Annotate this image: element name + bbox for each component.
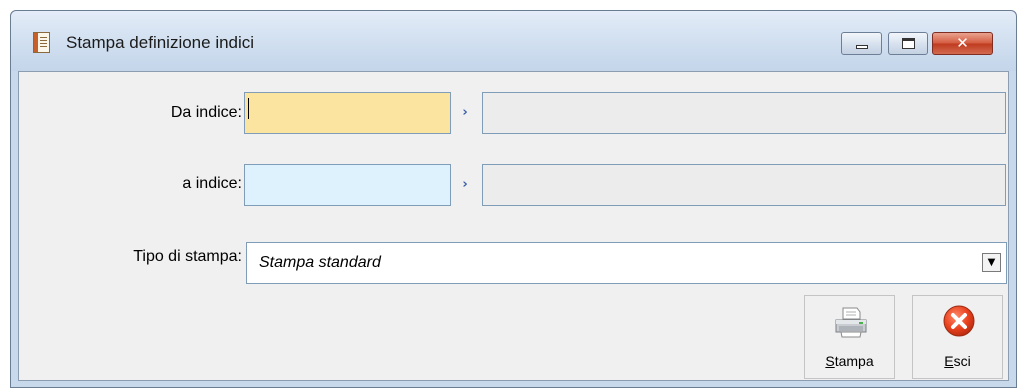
da-indice-label: Da indice: [170,104,242,121]
document-list-icon [33,32,50,53]
stampa-button[interactable]: Stampa [804,295,895,379]
tipo-stampa-select[interactable]: Stampa standard ▼ [246,242,1007,284]
esci-label: Esci [913,353,1002,369]
printer-icon [835,307,867,338]
title-bar[interactable]: Stampa definizione indici ✕ [11,11,1016,71]
da-indice-zoom-icon[interactable]: › [451,93,479,133]
esci-accelerator: E [944,353,954,369]
esci-button[interactable]: Esci [912,295,1003,379]
form-panel: Da indice: › a indice: › Tipo di stampa:… [18,71,1009,381]
tipo-stampa-label: Tipo di stampa: [133,248,242,265]
tipo-stampa-selected-value: Stampa standard [259,254,381,271]
a-indice-description-field [482,164,1006,206]
da-indice-code-field[interactable] [244,92,451,134]
a-indice-code-field[interactable] [244,164,451,206]
close-button[interactable]: ✕ [932,32,993,55]
exit-icon [943,305,975,337]
dialog-window: Stampa definizione indici ✕ Da indice: ›… [10,10,1017,388]
minimize-icon [856,45,868,49]
minimize-button[interactable] [841,32,882,55]
stampa-accelerator: S [825,353,835,369]
chevron-down-icon[interactable]: ▼ [982,253,1001,272]
stampa-label-rest: tampa [834,353,874,369]
a-indice-zoom-icon[interactable]: › [451,165,479,205]
stampa-label: Stampa [805,353,894,369]
maximize-button[interactable] [888,32,928,55]
da-indice-description-field [482,92,1006,134]
window-title: Stampa definizione indici [66,33,255,52]
text-cursor [248,98,249,119]
close-icon: ✕ [956,34,969,52]
esci-label-rest: sci [953,353,971,369]
maximize-icon [902,38,915,49]
a-indice-label: a indice: [182,175,242,192]
